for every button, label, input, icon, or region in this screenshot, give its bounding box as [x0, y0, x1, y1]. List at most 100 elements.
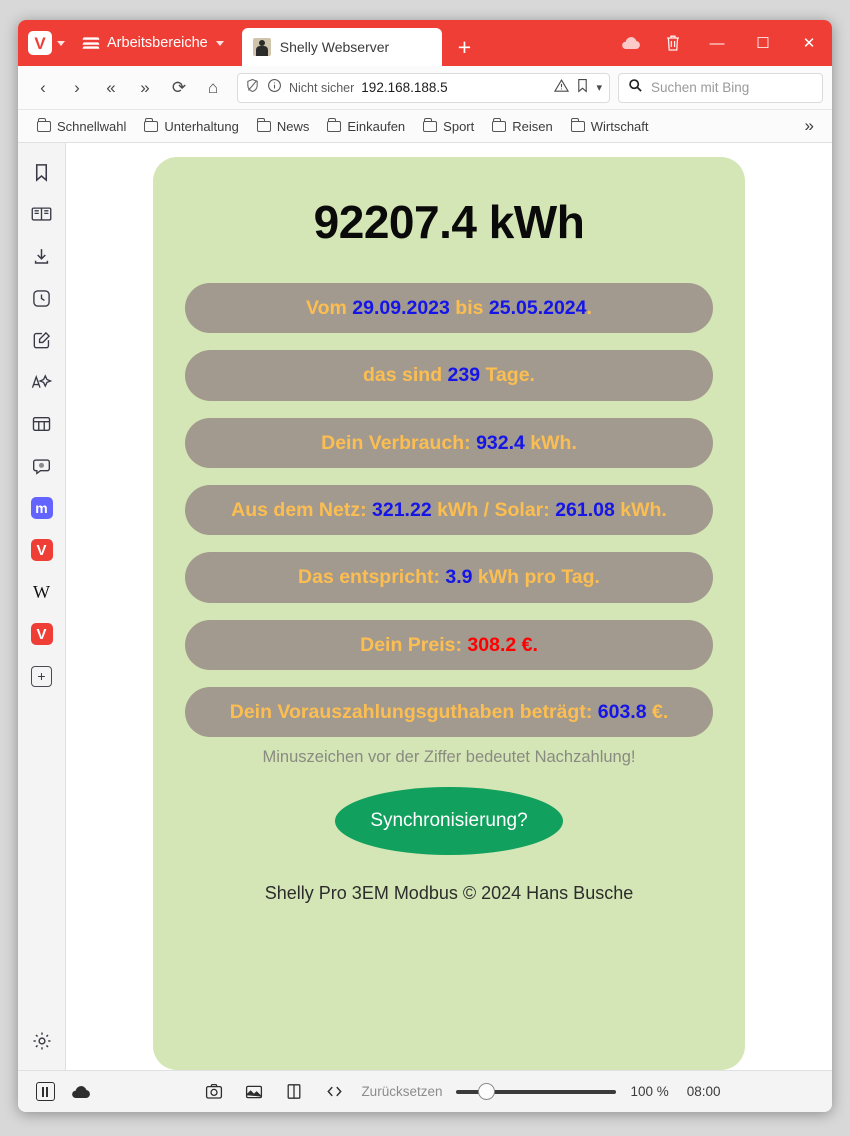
tracker-blocker-icon[interactable]	[245, 78, 260, 98]
url-text[interactable]: 192.168.188.5	[361, 80, 547, 95]
bookmark-item-news[interactable]: News	[250, 116, 317, 137]
warning-triangle-icon	[554, 78, 570, 98]
url-field[interactable]: Nicht sicher 192.168.188.5 ▾	[237, 72, 610, 103]
zoom-slider[interactable]	[456, 1083, 617, 1101]
sync-button[interactable]: Synchronisierung?	[335, 787, 563, 856]
sidebar-item-translate[interactable]	[27, 367, 57, 397]
value-start-date: 29.09.2023	[352, 297, 450, 319]
label-tage: Tage.	[480, 364, 535, 387]
sidebar-item-vivaldi-1[interactable]: V	[27, 535, 57, 565]
sidebar-item-settings[interactable]	[27, 1026, 57, 1056]
value-price: 308.2 €.	[467, 633, 538, 656]
bookmark-overflow-button[interactable]: »	[799, 116, 820, 136]
sidebar-item-notes[interactable]	[27, 325, 57, 355]
reload-button[interactable]: ⟳	[163, 73, 195, 103]
bookmark-item-sport[interactable]: Sport	[416, 116, 481, 137]
sidebar-item-history[interactable]	[27, 283, 57, 313]
minimize-button[interactable]: —	[694, 20, 740, 66]
sidebar-item-bookmarks[interactable]	[27, 157, 57, 187]
home-button[interactable]: ⌂	[197, 73, 229, 103]
capture-page-button[interactable]	[201, 1080, 227, 1104]
workspaces-label: Arbeitsbereiche	[107, 35, 208, 51]
bookmark-label: Wirtschaft	[590, 118, 649, 134]
rewind-button[interactable]: «	[95, 73, 127, 103]
mastodon-glyph: m	[35, 500, 48, 516]
sync-status-icon[interactable]	[68, 1080, 94, 1104]
label-solar: kWh / Solar:	[431, 498, 556, 521]
vivaldi-logo-glyph: V	[34, 33, 46, 53]
trash-icon[interactable]	[652, 20, 694, 66]
url-dropdown-icon[interactable]: ▾	[596, 81, 602, 94]
prepayment-note: Minuszeichen vor der Ziffer bedeutet Nac…	[262, 748, 636, 767]
sidebar-item-window[interactable]	[27, 409, 57, 439]
sidebar-item-vivaldi-2[interactable]: V	[27, 619, 57, 649]
folder-icon	[256, 117, 271, 132]
total-energy-heading: 92207.4 kWh	[313, 196, 585, 248]
sidebar-item-downloads[interactable]	[27, 241, 57, 271]
forward-button[interactable]: ›	[61, 73, 93, 103]
vivaldi-menu-button[interactable]: V	[18, 20, 73, 66]
zoom-reset-button[interactable]: Zurücksetzen	[361, 1084, 442, 1099]
workspaces-button[interactable]: Arbeitsbereiche	[73, 20, 234, 66]
label-solar-unit: kWh.	[614, 498, 667, 521]
chevron-down-icon	[57, 40, 65, 46]
browser-window: V Arbeitsbereiche Shelly Webserver + — ☐…	[18, 20, 832, 1112]
value-solar: 261.08	[555, 498, 615, 521]
image-toggle-button[interactable]	[241, 1080, 267, 1104]
label-dein-preis: Dein Preis:	[360, 633, 468, 656]
bookmark-item-einkaufen[interactable]: Einkaufen	[320, 116, 412, 137]
vivaldi-logo-icon: V	[28, 31, 52, 55]
fastforward-button[interactable]: »	[129, 73, 161, 103]
sidebar-item-reading-list[interactable]	[27, 199, 57, 229]
row-date-range: Vom 29.09.2023 bis 25.05.2024.	[185, 283, 713, 334]
bookmark-label: Sport	[443, 118, 475, 134]
maximize-button[interactable]: ☐	[740, 20, 786, 66]
page-footer: Shelly Pro 3EM Modbus © 2024 Hans Busche	[264, 883, 634, 904]
sidebar-item-add-panel[interactable]: +	[27, 661, 57, 691]
sidebar-item-wikipedia[interactable]: W	[27, 577, 57, 607]
bookmark-bar: Schnellwahl Unterhaltung News Einkaufen …	[18, 110, 832, 143]
folder-icon	[37, 117, 51, 132]
bookmark-item-unterhaltung[interactable]: Unterhaltung	[137, 116, 245, 137]
sidebar-item-feed[interactable]	[27, 451, 57, 481]
search-field[interactable]: Suchen mit Bing	[618, 72, 823, 103]
row-consumption: Dein Verbrauch: 932.4 kWh.	[185, 417, 713, 468]
developer-tools-button[interactable]	[321, 1080, 347, 1104]
vivaldi-glyph: V	[36, 541, 47, 559]
site-info-icon[interactable]	[267, 78, 282, 98]
tab-shelly-webserver[interactable]: Shelly Webserver	[241, 28, 442, 66]
row-daily-average: Das entspricht: 3.9 kWh pro Tag.	[185, 552, 713, 603]
panel-toggle-button[interactable]	[32, 1080, 58, 1104]
zoom-level-label: 100 %	[630, 1084, 669, 1099]
new-tab-button[interactable]: +	[442, 28, 487, 66]
plus-icon: +	[31, 665, 52, 687]
folder-icon	[423, 117, 438, 132]
tiling-button[interactable]	[281, 1080, 307, 1104]
folder-icon	[327, 117, 342, 132]
web-page-content: 92207.4 kWh Vom 29.09.2023 bis 25.05.202…	[66, 143, 832, 1070]
label-das-entspricht: Das entspricht:	[298, 566, 446, 589]
wikipedia-icon: W	[33, 581, 50, 602]
close-button[interactable]: ✕	[786, 20, 832, 66]
clock-label: 08:00	[686, 1084, 721, 1099]
row-prepayment-balance: Dein Vorauszahlungsguthaben beträgt: 603…	[185, 686, 713, 738]
row-price: Dein Preis: 308.2 €.	[185, 619, 713, 670]
zoom-slider-knob[interactable]	[478, 1083, 496, 1100]
row-grid-solar: Aus dem Netz: 321.22 kWh / Solar: 261.08…	[185, 484, 713, 536]
value-days: 239	[447, 364, 481, 387]
sidebar-item-mastodon[interactable]: m	[27, 493, 57, 523]
sync-cloud-icon[interactable]	[610, 20, 652, 66]
sidebar-panel: m V W V +	[18, 143, 66, 1070]
bookmark-item-reisen[interactable]: Reisen	[485, 116, 559, 137]
back-button[interactable]: ‹	[27, 73, 59, 103]
window-controls: — ☐ ✕	[610, 20, 832, 66]
folder-icon	[570, 117, 585, 132]
value-end-date: 25.05.2024	[488, 297, 587, 319]
bookmark-icon[interactable]	[576, 78, 589, 98]
bookmark-label: Reisen	[512, 118, 553, 134]
label-consumption-unit: kWh.	[524, 431, 577, 454]
bookmark-item-wirtschaft[interactable]: Wirtschaft	[564, 116, 656, 137]
tab-title: Shelly Webserver	[279, 39, 390, 55]
bookmark-label: Einkaufen	[347, 118, 406, 134]
bookmark-item-schnellwahl[interactable]: Schnellwahl	[30, 116, 133, 137]
